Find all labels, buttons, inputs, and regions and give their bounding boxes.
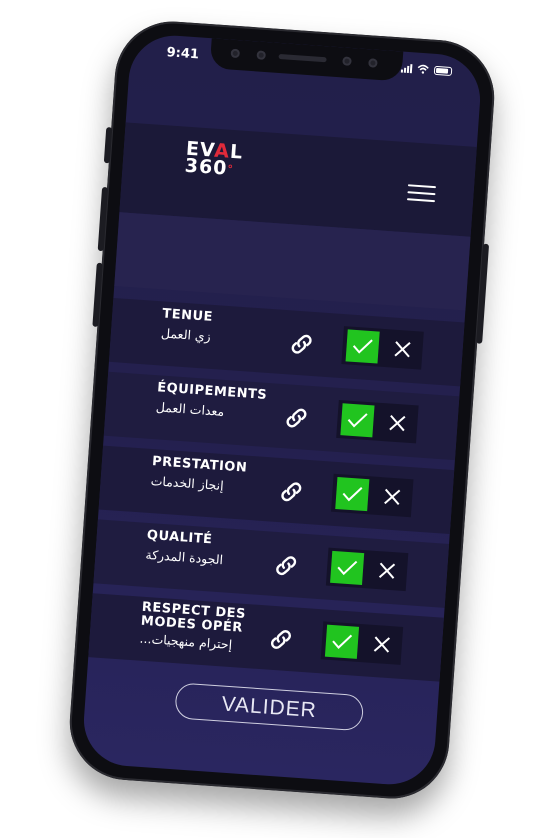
phone-screen: 9:41 EVAL 360° TENUE زي العمل ÉQUIPEMENT… — [80, 32, 484, 788]
status-icons — [400, 62, 453, 76]
criterion-labels: QUALITÉ الجودة المدركة — [145, 528, 277, 571]
volume-down-button — [92, 262, 103, 327]
check-icon — [352, 339, 373, 354]
battery-icon — [433, 65, 453, 76]
submit-button[interactable]: VALIDER — [174, 682, 365, 732]
criterion-labels: TENUE زي العمل — [161, 306, 293, 349]
criterion-row-prestation: PRESTATION إنجاز الخدمات — [98, 445, 455, 535]
check-icon — [347, 413, 368, 428]
close-icon — [389, 414, 406, 432]
close-icon — [373, 636, 391, 653]
sensor-icon — [230, 48, 241, 59]
reject-button[interactable] — [377, 482, 407, 512]
criterion-row-tenue: TENUE زي العمل — [108, 297, 465, 387]
approval-controls — [336, 399, 419, 444]
approval-controls — [320, 621, 404, 665]
approve-button[interactable] — [345, 329, 380, 364]
mute-switch — [103, 127, 113, 164]
phone-frame: 9:41 EVAL 360° TENUE زي العمل ÉQUIPEMENT… — [65, 17, 499, 803]
check-icon — [332, 634, 353, 649]
criterion-labels: ÉQUIPEMENTS معدات العمل — [155, 380, 287, 423]
hamburger-menu-icon[interactable] — [406, 184, 436, 204]
approval-controls — [325, 547, 409, 592]
notch — [209, 38, 404, 82]
approve-button[interactable] — [335, 477, 370, 512]
signal-icon — [400, 63, 413, 73]
approve-button[interactable] — [324, 624, 360, 659]
criterion-row-equipements: ÉQUIPEMENTS معدات العمل — [103, 371, 460, 461]
sensor-icon — [342, 56, 352, 66]
reject-button[interactable] — [367, 630, 397, 660]
link-icon[interactable] — [283, 404, 311, 432]
criterion-row-respect-des-modes: RESPECT DES MODES OPÉR إحترام منهجيات... — [88, 593, 444, 682]
link-icon[interactable] — [288, 330, 316, 358]
link-icon[interactable] — [267, 626, 295, 654]
reject-button[interactable] — [382, 408, 412, 438]
criterion-labels: PRESTATION إنجاز الخدمات — [150, 454, 282, 497]
volume-up-button — [97, 186, 109, 252]
speaker-grille — [278, 53, 327, 63]
approval-controls — [341, 326, 424, 370]
reject-button[interactable] — [372, 556, 402, 586]
close-icon — [378, 562, 396, 579]
phone-mockup: 9:41 EVAL 360° TENUE زي العمل ÉQUIPEMENT… — [0, 0, 560, 838]
close-icon — [394, 341, 411, 358]
criterion-row-qualite: QUALITÉ الجودة المدركة — [93, 519, 450, 608]
power-button — [476, 243, 490, 344]
criterion-labels: RESPECT DES MODES OPÉR إحترام منهجيات... — [139, 600, 262, 654]
close-icon — [384, 488, 401, 506]
link-icon[interactable] — [277, 478, 305, 506]
approval-controls — [331, 473, 414, 518]
approve-button[interactable] — [340, 403, 375, 438]
status-time: 9:41 — [166, 45, 200, 63]
check-icon — [342, 487, 363, 502]
sensor-icon — [368, 58, 378, 68]
criteria-list: TENUE زي العمل ÉQUIPEMENTS معدات العمل P… — [88, 297, 465, 692]
wifi-icon — [417, 64, 429, 74]
link-icon[interactable] — [272, 552, 300, 580]
approve-button[interactable] — [330, 550, 365, 586]
app-logo: EVAL 360° — [184, 137, 244, 180]
reject-button[interactable] — [388, 334, 418, 364]
check-icon — [337, 560, 358, 576]
camera-icon — [256, 50, 267, 60]
